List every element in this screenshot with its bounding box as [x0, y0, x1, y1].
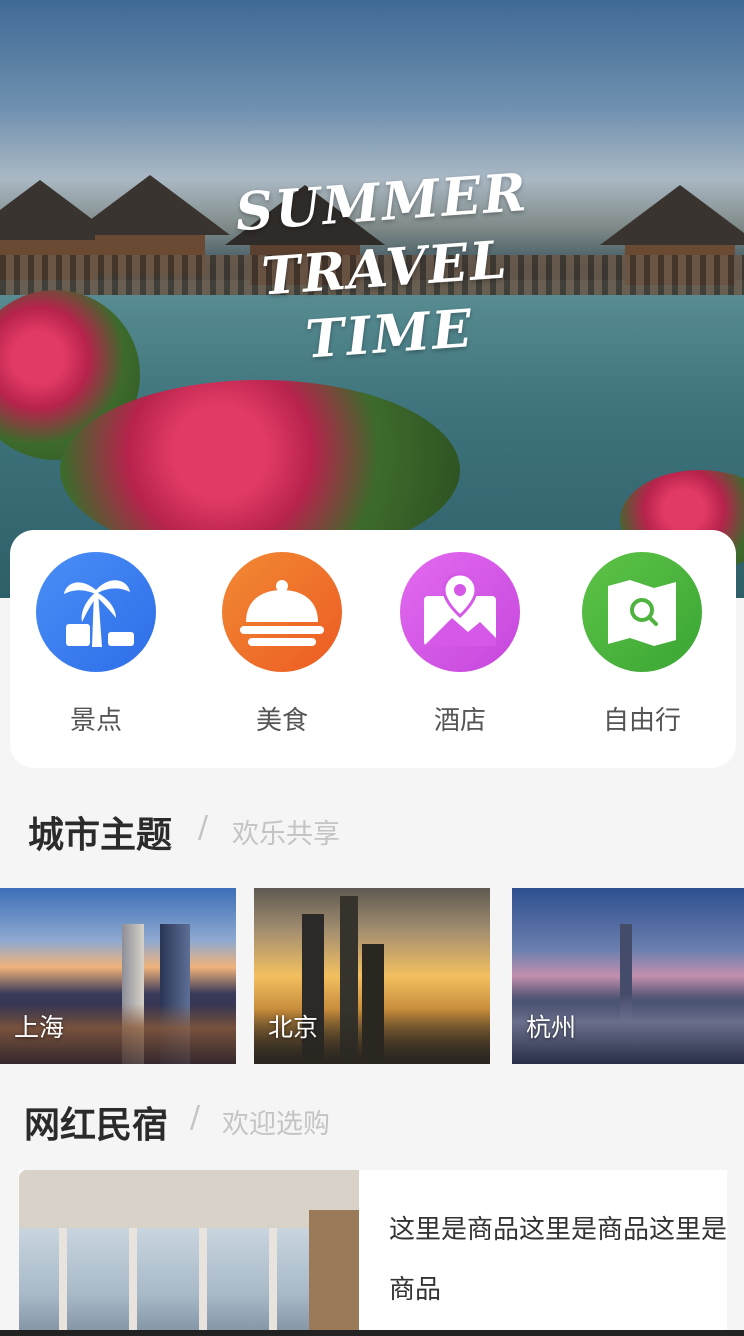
food-dome-icon [222, 552, 342, 672]
section-title: 网红民宿 [24, 1105, 169, 1146]
category-card: 景点 美食 酒店 自由行 [10, 530, 736, 768]
city-card-hangzhou[interactable]: 杭州 [512, 888, 744, 1064]
city-name: 北京 [268, 1013, 319, 1042]
palm-tree-icon [36, 552, 156, 672]
category-food[interactable]: 美食 [212, 552, 352, 738]
section-separator: / [190, 1100, 201, 1135]
category-label: 酒店 [433, 706, 486, 736]
hero-banner[interactable]: SUMMER TRAVEL TIME [0, 0, 744, 598]
city-card-shanghai[interactable]: 上海 [0, 888, 236, 1064]
section-title: 城市主题 [28, 815, 173, 856]
category-scenic[interactable]: 景点 [26, 552, 166, 738]
hero-title: SUMMER TRAVEL TIME [233, 161, 531, 371]
city-card-beijing[interactable]: 北京 [254, 888, 490, 1064]
product-photo [19, 1170, 359, 1336]
section-subtitle: 欢乐共享 [232, 819, 340, 850]
category-hotel[interactable]: 酒店 [390, 552, 530, 738]
product-description: 这里是商品这里是商品这里是商品 [389, 1215, 727, 1305]
section-separator: / [198, 810, 209, 845]
category-label: 美食 [255, 706, 308, 736]
homestay-section-header: 网红民宿 / 欢迎选购 [0, 1092, 744, 1152]
city-section-header: 城市主题 / 欢乐共享 [0, 800, 744, 860]
city-name: 杭州 [526, 1013, 577, 1042]
map-pin-icon [400, 552, 520, 672]
product-card[interactable]: 这里是商品这里是商品这里是商品 [19, 1170, 727, 1336]
city-name: 上海 [14, 1013, 65, 1042]
category-free-travel[interactable]: 自由行 [572, 552, 712, 738]
category-label: 景点 [69, 706, 122, 736]
map-search-icon [582, 552, 702, 672]
category-label: 自由行 [602, 706, 681, 736]
bottom-edge [0, 1330, 744, 1336]
section-subtitle: 欢迎选购 [222, 1109, 330, 1140]
